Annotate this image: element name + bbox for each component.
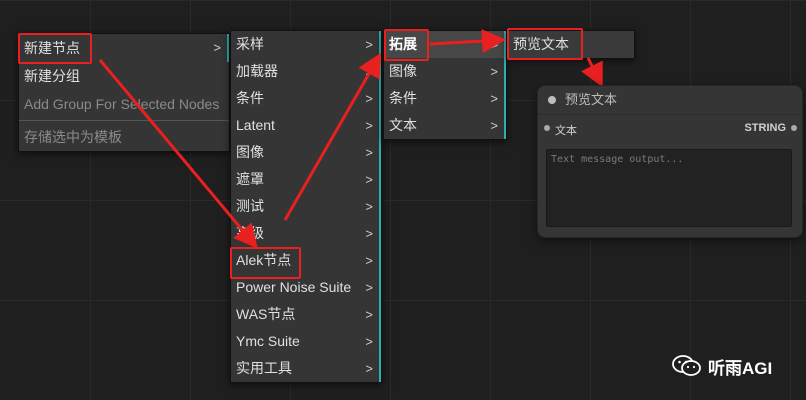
chevron-right-icon: > — [365, 64, 373, 79]
menu-item-image[interactable]: 图像 > — [231, 139, 381, 166]
menu-item-save-template[interactable]: 存储选中为模板 — [19, 123, 229, 151]
chevron-right-icon: > — [365, 226, 373, 241]
menu-item-conditioning[interactable]: 条件 > — [384, 85, 506, 112]
chevron-right-icon: > — [365, 253, 373, 268]
menu-item-was-nodes[interactable]: WAS节点 > — [231, 301, 381, 328]
chevron-right-icon: > — [365, 37, 373, 52]
menu-item-label: 高级 — [236, 225, 264, 241]
menu-item-extension[interactable]: 拓展 > — [384, 31, 506, 58]
node-category-menu: 采样 > 加载器 > 条件 > Latent > 图像 > 遮罩 > 测试 > 高级 > Ale… — [230, 30, 382, 383]
menu-item-text[interactable]: 文本 > — [384, 112, 506, 139]
chevron-right-icon: > — [490, 64, 498, 79]
menu-item-label: 图像 — [236, 144, 264, 160]
context-menu: 新建节点 > 新建分组 Add Group For Selected Nodes… — [18, 33, 230, 152]
chevron-right-icon: > — [490, 37, 498, 52]
chevron-right-icon: > — [365, 172, 373, 187]
menu-item-label: 条件 — [389, 90, 417, 106]
chevron-right-icon: > — [365, 118, 373, 133]
menu-item-add-group-selected[interactable]: Add Group For Selected Nodes — [19, 90, 229, 118]
chevron-right-icon: > — [365, 91, 373, 106]
chevron-right-icon: > — [365, 334, 373, 349]
chevron-right-icon: > — [365, 199, 373, 214]
input-slot-text[interactable]: 文本 — [544, 122, 577, 138]
extension-submenu: 预览文本 — [507, 30, 635, 59]
menu-item-label: 预览文本 — [513, 36, 569, 52]
menu-item-conditioning[interactable]: 条件 > — [231, 85, 381, 112]
menu-item-new-node[interactable]: 新建节点 > — [19, 34, 229, 62]
menu-separator — [19, 120, 229, 121]
menu-item-loaders[interactable]: 加载器 > — [231, 58, 381, 85]
chevron-right-icon: > — [213, 40, 221, 55]
menu-item-label: 遮罩 — [236, 171, 264, 187]
wechat-icon — [672, 355, 701, 376]
menu-item-power-noise-suite[interactable]: Power Noise Suite > — [231, 274, 381, 301]
menu-item-testing[interactable]: 测试 > — [231, 193, 381, 220]
menu-item-label: Power Noise Suite — [236, 279, 352, 295]
collapse-dot-icon[interactable] — [548, 96, 556, 104]
menu-item-label: 文本 — [389, 117, 417, 133]
chevron-right-icon: > — [365, 280, 373, 295]
output-slot-string[interactable]: STRING — [744, 122, 797, 134]
watermark: 听雨AGI — [672, 352, 772, 380]
watermark-text: 听雨AGI — [708, 358, 773, 378]
menu-item-alek-nodes[interactable]: Alek节点 > — [231, 247, 381, 274]
menu-item-new-group[interactable]: 新建分组 — [19, 62, 229, 90]
chevron-right-icon: > — [365, 145, 373, 160]
node-title: 预览文本 — [565, 92, 618, 107]
menu-item-latent[interactable]: Latent > — [231, 112, 381, 139]
menu-item-label: 图像 — [389, 63, 417, 79]
menu-item-utilities[interactable]: 实用工具 > — [231, 355, 381, 382]
chevron-right-icon: > — [365, 361, 373, 376]
menu-item-ymc-suite[interactable]: Ymc Suite > — [231, 328, 381, 355]
menu-item-mask[interactable]: 遮罩 > — [231, 166, 381, 193]
chevron-right-icon: > — [365, 307, 373, 322]
chevron-right-icon: > — [490, 118, 498, 133]
node-title-bar[interactable]: 预览文本 — [538, 86, 802, 115]
menu-item-label: Add Group For Selected Nodes — [24, 96, 220, 112]
menu-item-label: Latent — [236, 117, 275, 133]
menu-item-image[interactable]: 图像 > — [384, 58, 506, 85]
text-output-field[interactable] — [546, 149, 792, 227]
preview-text-node[interactable]: 预览文本 文本 STRING — [537, 85, 803, 238]
menu-item-label: 拓展 — [389, 36, 417, 52]
menu-item-label: 条件 — [236, 90, 264, 106]
menu-item-preview-text[interactable]: 预览文本 — [508, 31, 634, 58]
menu-item-label: 新建分组 — [24, 68, 80, 84]
menu-item-label: 测试 — [236, 198, 264, 214]
menu-item-label: WAS节点 — [236, 306, 296, 322]
alek-submenu: 拓展 > 图像 > 条件 > 文本 > — [383, 30, 507, 140]
menu-item-label: 采样 — [236, 36, 264, 52]
menu-item-label: 新建节点 — [24, 40, 80, 56]
menu-item-label: Alek节点 — [236, 252, 292, 268]
chevron-right-icon: > — [490, 91, 498, 106]
menu-item-label: Ymc Suite — [236, 333, 300, 349]
menu-item-label: 存储选中为模板 — [24, 129, 122, 145]
menu-item-label: 加载器 — [236, 63, 278, 79]
menu-item-sampling[interactable]: 采样 > — [231, 31, 381, 58]
menu-item-advanced[interactable]: 高级 > — [231, 220, 381, 247]
node-slots: 文本 STRING — [538, 115, 802, 141]
menu-item-label: 实用工具 — [236, 360, 292, 376]
